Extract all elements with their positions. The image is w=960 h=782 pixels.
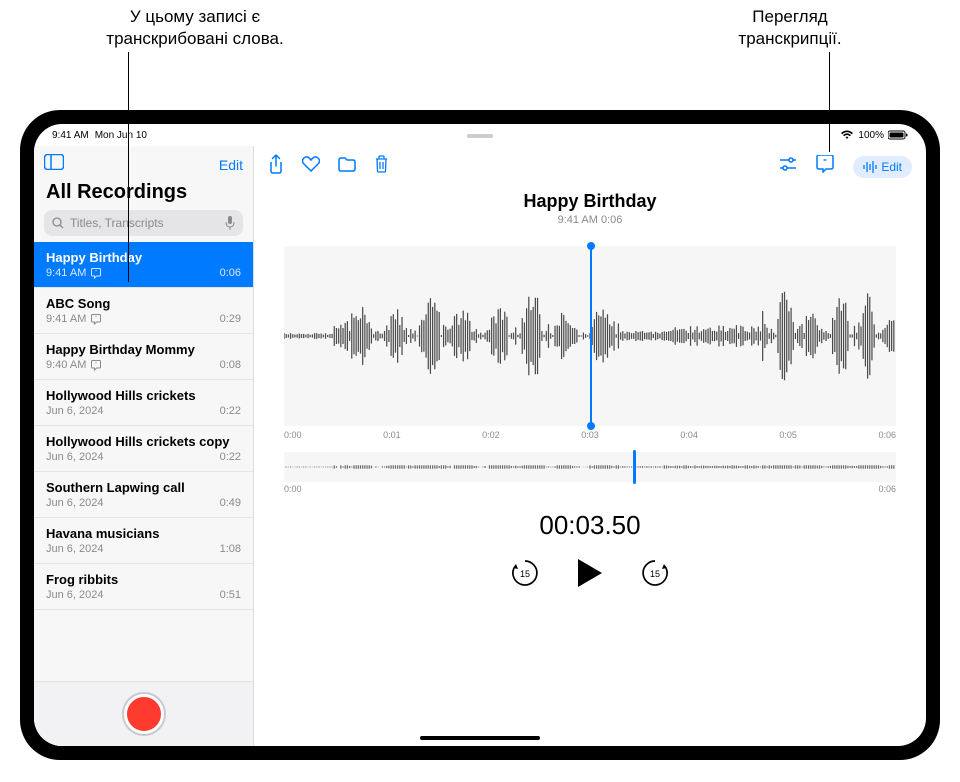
time-label: 0:03 [581,430,599,440]
forward-15-button[interactable]: 15 [640,558,670,593]
recording-item-time: Jun 6, 2024 [46,497,104,509]
recording-item-title: Happy Birthday [46,250,241,265]
sidebar: Edit All Recordings Titles, Transcripts … [34,146,254,746]
status-date: Mon Jun 10 [95,130,147,141]
transcript-badge-icon: " [90,360,102,371]
recording-item-title: Hollywood Hills crickets copy [46,434,241,449]
recording-item-time: 9:40 AM [46,359,86,371]
recording-item-time: 9:41 AM [46,267,86,279]
rewind-15-button[interactable]: 15 [510,558,540,593]
recording-item-time: Jun 6, 2024 [46,589,104,601]
recording-item-duration: 0:22 [220,451,241,463]
recording-item-duration: 1:08 [220,543,241,555]
callout-line-right [829,52,830,152]
time-label: 0:05 [779,430,797,440]
transcript-badge-icon: " [90,268,102,279]
recording-item-duration: 0:06 [220,267,241,279]
search-input[interactable]: Titles, Transcripts [44,210,243,236]
recording-item-duration: 0:49 [220,497,241,509]
time-label: 0:00 [284,430,302,440]
sidebar-edit-button[interactable]: Edit [219,157,243,173]
time-label: 0:06 [878,430,896,440]
list-item[interactable]: Hollywood Hills crickets Jun 6, 2024 0:22 [34,380,253,426]
sidebar-title: All Recordings [34,179,253,210]
list-item[interactable]: Havana musicians Jun 6, 2024 1:08 [34,518,253,564]
share-icon[interactable] [268,154,284,179]
battery-icon [888,130,908,140]
callout-transcript-badge: У цьому записі є транскрибовані слова. [70,6,320,50]
recording-item-duration: 0:29 [220,313,241,325]
recording-item-duration: 0:08 [220,359,241,371]
playhead[interactable] [590,246,592,426]
recording-item-title: Hollywood Hills crickets [46,388,241,403]
home-indicator[interactable] [420,736,540,740]
recording-item-title: Frog ribbits [46,572,241,587]
search-icon [52,217,64,229]
status-time: 9:41 AM [52,130,89,141]
favorite-icon[interactable] [302,156,320,177]
list-item[interactable]: Happy Birthday Mommy 9:40 AM " 0:08 [34,334,253,380]
wifi-icon [840,130,854,140]
edit-recording-button[interactable]: Edit [853,156,912,178]
recording-item-title: Southern Lapwing call [46,480,241,495]
svg-text:": " [823,158,827,167]
sidebar-toggle-icon[interactable] [44,154,64,175]
recording-item-duration: 0:51 [220,589,241,601]
waveform-edit-icon [863,161,877,173]
ipad-frame: 9:41 AM Mon Jun 10 100% Edit All Recordi… [20,110,940,760]
callout-line-left [128,52,129,282]
recording-item-time: Jun 6, 2024 [46,405,104,417]
record-button[interactable] [124,694,164,734]
recording-item-time: 9:41 AM [46,313,86,325]
svg-text:15: 15 [520,569,530,579]
recording-title[interactable]: Happy Birthday [523,191,656,212]
list-item[interactable]: Happy Birthday 9:41 AM " 0:06 [34,242,253,288]
overview-start: 0:00 [284,484,302,494]
main-panel: " Edit Happy Birthday 9:41 AM 0:06 [254,146,926,746]
callout-transcript-view: Перегляд транскрипції. [700,6,880,50]
svg-text:": " [95,270,97,276]
waveform-overview[interactable] [284,452,896,482]
list-item[interactable]: Hollywood Hills crickets copy Jun 6, 2024… [34,426,253,472]
trash-icon[interactable] [374,155,389,178]
overview-playhead[interactable] [633,450,636,484]
svg-text:": " [95,362,97,368]
recordings-list: Happy Birthday 9:41 AM " 0:06 ABC Song 9:41 A… [34,242,253,681]
list-item[interactable]: Frog ribbits Jun 6, 2024 0:51 [34,564,253,610]
overview-end: 0:06 [878,484,896,494]
waveform-main[interactable] [284,246,896,426]
recording-item-title: Havana musicians [46,526,241,541]
mic-icon[interactable] [225,216,235,230]
time-label: 0:04 [680,430,698,440]
recording-item-title: Happy Birthday Mommy [46,342,241,357]
transcript-view-icon[interactable]: " [815,155,835,178]
recording-item-title: ABC Song [46,296,241,311]
list-item[interactable]: Southern Lapwing call Jun 6, 2024 0:49 [34,472,253,518]
settings-sliders-icon[interactable] [779,157,797,176]
recording-item-duration: 0:22 [220,405,241,417]
recording-item-time: Jun 6, 2024 [46,543,104,555]
svg-text:": " [95,316,97,322]
play-button[interactable] [576,557,604,594]
grabber [467,134,493,138]
battery-percent: 100% [858,130,884,141]
svg-text:15: 15 [650,569,660,579]
playback-timer: 00:03.50 [539,510,640,541]
recording-meta: 9:41 AM 0:06 [523,214,656,226]
folder-icon[interactable] [338,157,356,177]
search-placeholder: Titles, Transcripts [70,216,164,230]
time-label: 0:01 [383,430,401,440]
recording-item-time: Jun 6, 2024 [46,451,104,463]
time-label: 0:02 [482,430,500,440]
transcript-badge-icon: " [90,314,102,325]
list-item[interactable]: ABC Song 9:41 AM " 0:29 [34,288,253,334]
